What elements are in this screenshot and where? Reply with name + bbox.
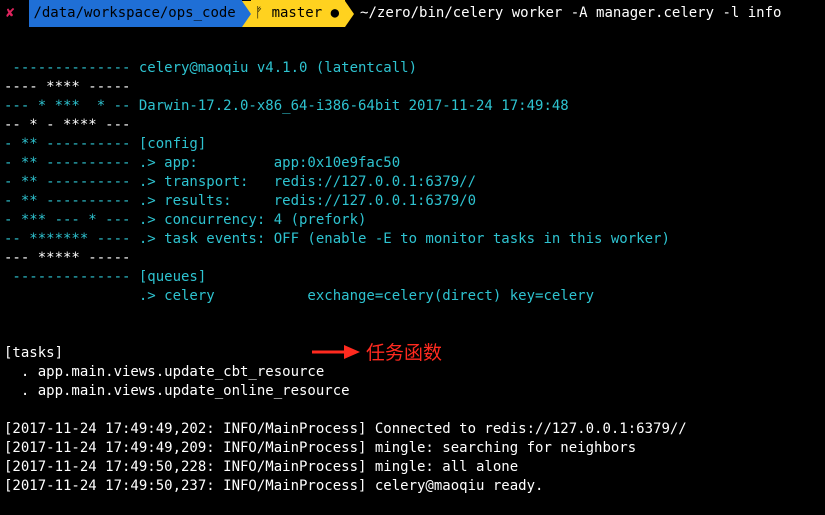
log-line: [2017-11-24 17:49:49,209: INFO/MainProce…: [4, 440, 637, 456]
banner-line: .> celery exchange=celery(direct) key=ce…: [4, 288, 595, 304]
banner-line: - ** ---------- [config]: [4, 136, 207, 152]
banner-line: - ** ---------- .> transport: redis://12…: [4, 174, 477, 190]
banner-line: - *** --- * --- .> concurrency: 4 (prefo…: [4, 212, 367, 228]
task-item: . app.main.views.update_cbt_resource: [4, 364, 325, 380]
log-line: [2017-11-24 17:49:49,202: INFO/MainProce…: [4, 421, 687, 437]
banner-line: ---- **** -----: [4, 79, 131, 95]
annotation: 任务函数: [310, 338, 442, 365]
log-line: [2017-11-24 17:49:50,228: INFO/MainProce…: [4, 459, 519, 475]
banner-line: - ** ---------- .> results: redis://127.…: [4, 193, 477, 209]
annotation-label: 任务函数: [366, 342, 443, 364]
banner-line: -- * - **** ---: [4, 117, 131, 133]
segment-separator-icon: [241, 0, 251, 27]
banner-line: --- ***** -----: [4, 250, 131, 266]
banner-line: -------------- [queues]: [4, 269, 207, 285]
red-arrow-icon: [312, 344, 360, 359]
banner-line: - ** ---------- .> app: app:0x10e9fac50: [4, 155, 401, 171]
terminal-output: -------------- celery@maoqiu v4.1.0 (lat…: [4, 40, 687, 515]
cwd-path: /data/workspace/ops_code: [29, 0, 242, 27]
git-branch-name: master: [271, 5, 323, 21]
log-line: [2017-11-24 17:49:50,237: INFO/MainProce…: [4, 478, 544, 494]
banner-line: -------------- celery@maoqiu v4.1.0 (lat…: [4, 60, 418, 76]
task-item: . app.main.views.update_online_resource: [4, 383, 350, 399]
shell-prompt: ✘ /data/workspace/ops_code ᚠ master ● ~/…: [0, 0, 825, 27]
git-dirty-indicator: ●: [330, 5, 340, 21]
banner-line: --- * *** * -- Darwin-17.2.0-x86_64-i386…: [4, 98, 569, 114]
git-branch-icon: ᚠ: [254, 5, 264, 21]
command-text: ~/zero/bin/celery worker -A manager.cele…: [360, 5, 782, 21]
git-segment: ᚠ master ●: [250, 0, 346, 27]
segment-separator-icon: [20, 0, 30, 27]
segment-separator-icon: [345, 0, 355, 27]
error-status-icon: ✘: [0, 0, 21, 27]
banner-line: -- ******* ---- .> task events: OFF (ena…: [4, 231, 670, 247]
